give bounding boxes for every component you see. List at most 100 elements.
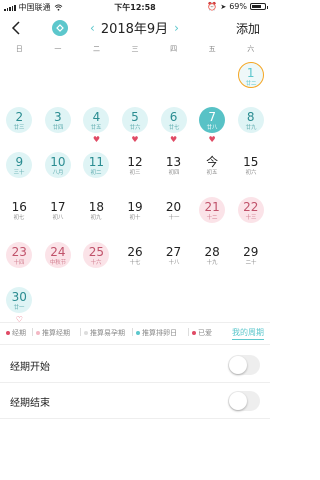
calendar-day[interactable]: 今初五 <box>199 152 225 178</box>
legend-label: 推算经期 <box>42 329 70 337</box>
calendar-day[interactable]: 11 初二 <box>83 152 110 178</box>
lunar-date: 初六 <box>245 169 257 176</box>
day-number: 21 <box>204 200 220 214</box>
period-end-label: 经期结束 <box>10 398 50 409</box>
legend-separator <box>188 328 189 336</box>
legend-label: 经期 <box>12 329 26 337</box>
nav-bar: ‹ 2018年9月 › 添加 <box>0 14 270 42</box>
period-start-row: 经期开始 <box>0 348 270 382</box>
lunar-date: 初五 <box>206 169 218 176</box>
calendar-day[interactable]: 8 廿九 <box>237 107 264 133</box>
divider <box>0 382 270 383</box>
weekday-label: 五 <box>208 45 216 53</box>
period-end-toggle[interactable] <box>228 391 260 411</box>
calendar-day[interactable]: 7 廿八 <box>199 107 226 133</box>
calendar-day[interactable]: 27 十八 <box>161 242 187 268</box>
weekday-header: 日 一 二 三 四 五 六 <box>0 44 270 56</box>
day-number: 17 <box>50 200 66 214</box>
calendar-day[interactable]: 15 初六 <box>238 152 264 178</box>
day-number: 24 <box>50 245 66 259</box>
legend-item: 推算经期 <box>36 328 70 338</box>
day-number: 27 <box>165 245 182 259</box>
back-arrow-icon[interactable] <box>8 19 26 37</box>
calendar-day[interactable]: 30 廿一 <box>6 287 33 313</box>
day-number: 22 <box>243 200 259 214</box>
calendar-day[interactable]: 24 中秋节 <box>44 242 71 268</box>
day-number: 26 <box>127 245 143 259</box>
period-end-row: 经期结束 <box>0 384 270 418</box>
divider <box>0 344 270 345</box>
calendar-day[interactable]: 22 十三 <box>237 197 264 223</box>
calendar-day[interactable]: 3 廿四 <box>44 107 71 133</box>
lunar-date: 廿九 <box>245 124 257 131</box>
calendar-day[interactable]: 20 十一 <box>161 197 187 223</box>
add-button[interactable]: 添加 <box>236 20 260 37</box>
weekday-label: 四 <box>170 45 178 53</box>
legend-dot-icon <box>84 331 88 335</box>
calendar-day[interactable]: 10 八月 <box>44 152 71 178</box>
day-number: 23 <box>11 245 27 259</box>
lunar-date: 十七 <box>129 259 141 266</box>
calendar-day[interactable]: 13 初四 <box>161 152 187 178</box>
day-number: 20 <box>165 200 182 214</box>
lunar-date: 初十 <box>129 214 141 221</box>
calendar-day[interactable]: 5 廿六 <box>122 107 148 133</box>
day-number: 4 <box>92 110 101 124</box>
lunar-date: 初八 <box>52 214 64 221</box>
day-number: 今 <box>206 155 219 169</box>
toggle-knob <box>229 392 247 410</box>
legend-item: 已爱 <box>192 328 212 338</box>
calendar-day[interactable]: 29 二十 <box>238 242 264 268</box>
calendar-day[interactable]: 4 廿五 <box>83 107 110 133</box>
legend-item: 经期 <box>6 328 26 338</box>
calendar-day[interactable]: 9 三十 <box>6 152 33 178</box>
day-number: 2 <box>15 110 24 124</box>
legend-bar: 我的周期 经期 推算经期 推算易孕期 推算排卵日 已爱 <box>0 326 270 340</box>
calendar-day[interactable]: 17 初八 <box>45 197 71 223</box>
legend-dot-icon <box>36 331 40 335</box>
lunar-date: 二十 <box>245 259 257 266</box>
lunar-date: 十六 <box>91 259 102 266</box>
calendar-day[interactable]: 28 十九 <box>199 242 225 268</box>
my-cycle-tab[interactable]: 我的周期 <box>232 327 264 340</box>
calendar-day[interactable]: 18 初九 <box>83 197 109 223</box>
lunar-date: 十三 <box>245 214 257 221</box>
heart-icon: ♥ <box>92 135 100 144</box>
lunar-date: 廿一 <box>13 304 25 311</box>
calendar-day[interactable]: 21 十二 <box>199 197 226 223</box>
lunar-date: 廿六 <box>129 124 141 131</box>
calendar-day[interactable]: 19 初十 <box>122 197 148 223</box>
day-number: 13 <box>165 155 182 169</box>
day-number: 10 <box>50 155 66 169</box>
calendar-day[interactable]: 6 廿七 <box>160 107 187 133</box>
day-number: 30 <box>11 290 27 304</box>
day-number: 18 <box>88 200 105 214</box>
lunar-date: 初四 <box>168 169 179 176</box>
legend-dot-icon <box>136 331 140 335</box>
day-number: 1 <box>246 66 255 80</box>
lunar-date: 十九 <box>206 259 218 266</box>
day-number: 19 <box>127 200 143 214</box>
calendar-day[interactable]: 23 十四 <box>6 242 33 268</box>
prev-month-chevron-icon[interactable]: ‹ <box>90 21 95 35</box>
sync-icon[interactable] <box>52 20 68 36</box>
calendar-day[interactable]: 12 初三 <box>122 152 148 178</box>
heart-icon: ♥ <box>208 135 216 144</box>
weekday-label: 三 <box>131 45 139 53</box>
period-start-toggle[interactable] <box>228 355 260 375</box>
weekday-label: 二 <box>92 45 100 53</box>
calendar-day[interactable]: 26 十七 <box>122 242 148 268</box>
calendar-day[interactable]: 1 廿二 <box>237 62 264 88</box>
legend-dot-icon <box>192 331 196 335</box>
location-icon: ➤ <box>220 2 227 11</box>
lunar-date: 廿三 <box>13 124 25 131</box>
calendar-day[interactable]: 25 十六 <box>83 242 110 268</box>
lunar-date: 十八 <box>168 259 179 266</box>
calendar-day[interactable]: 2 廿三 <box>6 107 33 133</box>
lunar-date: 八月 <box>52 169 64 176</box>
weekday-label: 一 <box>54 45 62 53</box>
next-month-chevron-icon[interactable]: › <box>174 21 179 35</box>
legend-label: 已爱 <box>198 329 212 337</box>
calendar-day[interactable]: 16 初七 <box>6 197 32 223</box>
lunar-date: 初二 <box>91 169 102 176</box>
